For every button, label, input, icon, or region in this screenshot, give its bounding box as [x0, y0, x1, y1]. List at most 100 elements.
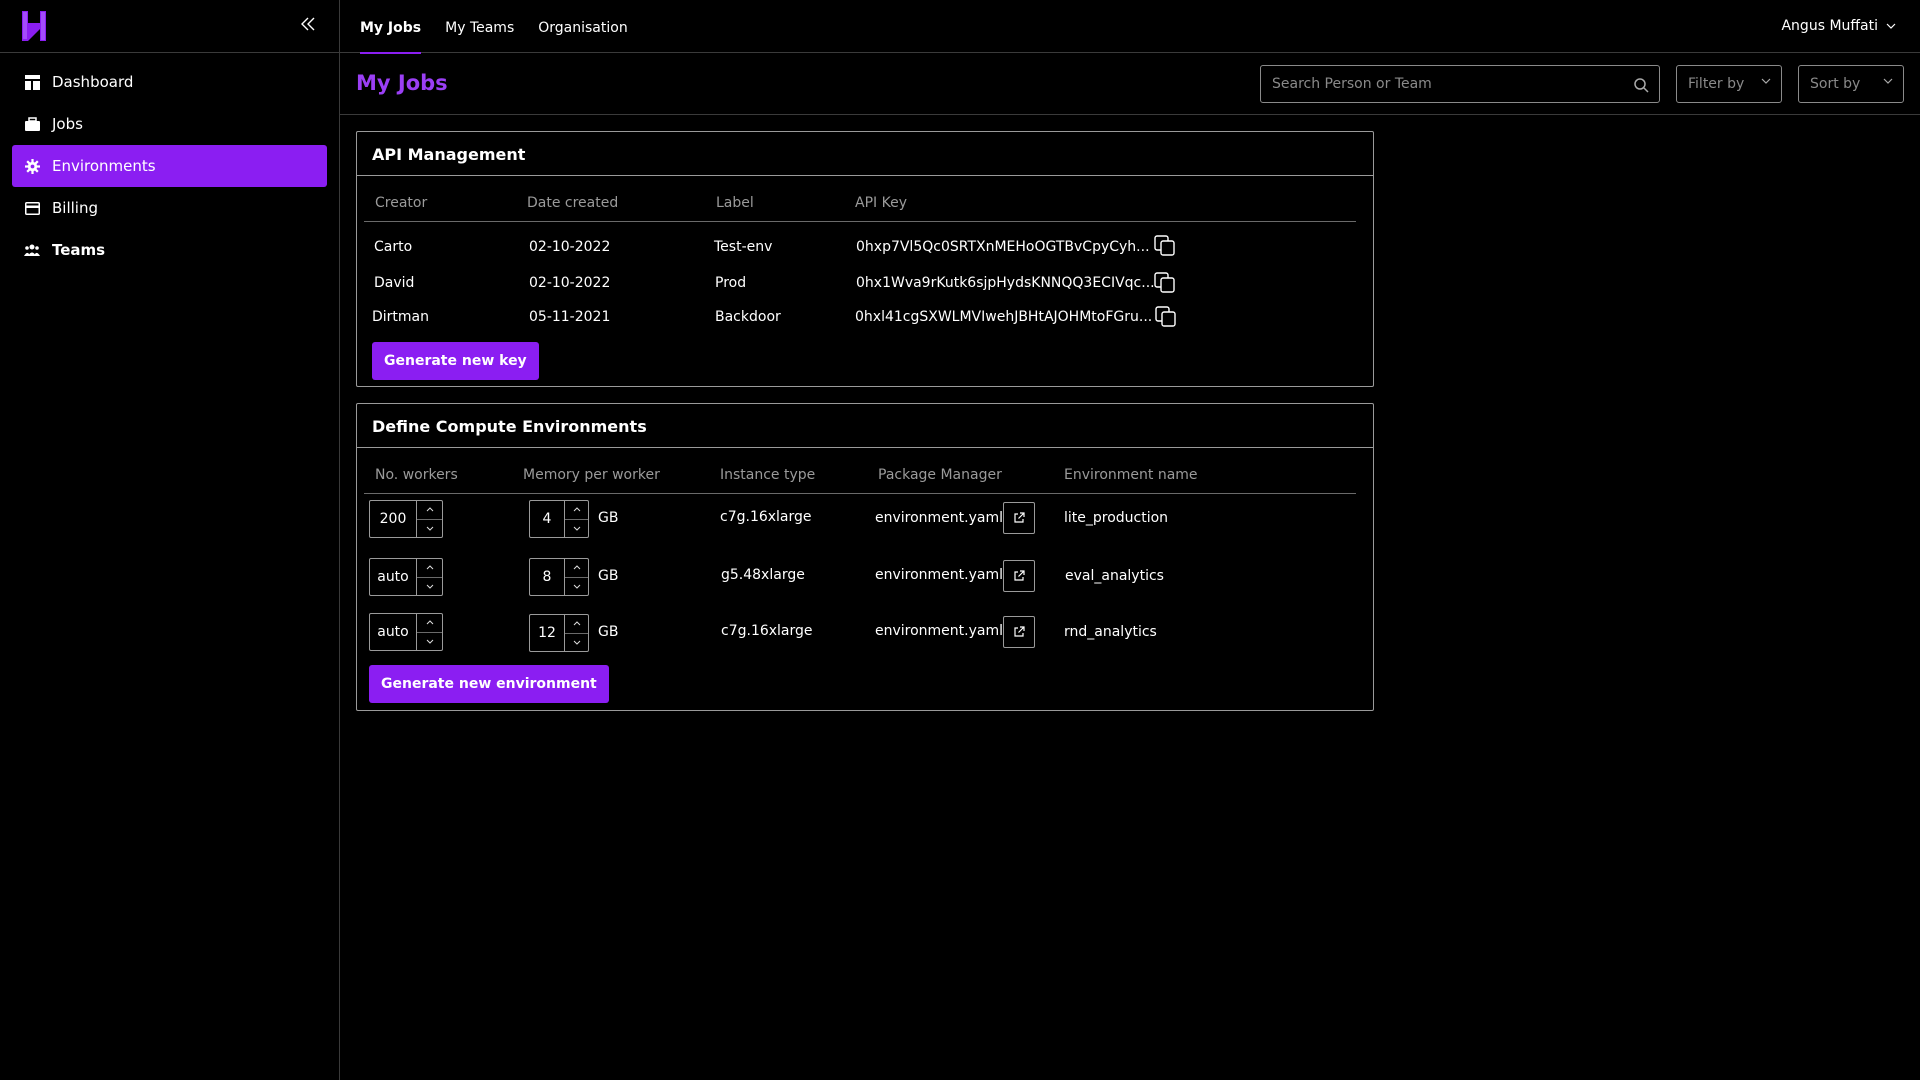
card-title: Define Compute Environments	[357, 404, 1373, 448]
tab-my-teams[interactable]: My Teams	[445, 0, 514, 53]
page-title: My Jobs	[356, 71, 448, 95]
decrement-arrow-icon[interactable]	[565, 632, 588, 652]
table-header: Creator Date created Label API Key	[364, 176, 1356, 222]
card-icon	[24, 200, 40, 216]
date-cell: 05-11-2021	[529, 309, 611, 325]
external-link-icon	[1014, 626, 1025, 637]
label-cell: Prod	[715, 275, 747, 291]
unit-label: GB	[598, 624, 619, 640]
api-key-cell: 0hx1Wva9rKutk6sjpHydsKNNQQ3ECIVqc...	[856, 275, 1155, 291]
stepper-arrows	[564, 501, 588, 537]
chevron-down-icon	[1886, 23, 1896, 29]
tab-organisation[interactable]: Organisation	[538, 0, 627, 53]
workers-value[interactable]: auto	[370, 559, 416, 595]
external-link-icon	[1014, 512, 1025, 523]
user-menu[interactable]: Angus Muffati	[1781, 18, 1896, 34]
sidebar-item-teams[interactable]: Teams	[12, 229, 327, 271]
generate-environment-button[interactable]: Generate new environment	[369, 665, 609, 703]
sidebar-item-dashboard[interactable]: Dashboard	[12, 61, 327, 103]
filter-dropdown[interactable]: Filter by	[1676, 65, 1782, 103]
search-icon[interactable]	[1633, 77, 1649, 93]
increment-arrow-icon[interactable]	[417, 501, 442, 519]
column-header: API Key	[855, 195, 907, 211]
memory-value[interactable]: 12	[530, 615, 564, 651]
top-tabs: My Jobs My Teams Organisation	[360, 0, 652, 54]
jobs-icon	[24, 116, 40, 132]
memory-stepper[interactable]: 4	[529, 500, 589, 538]
sort-dropdown[interactable]: Sort by	[1798, 65, 1904, 103]
memory-stepper[interactable]: 12	[529, 614, 589, 652]
date-cell: 02-10-2022	[529, 239, 611, 255]
search-input[interactable]	[1261, 66, 1659, 102]
chevron-down-icon	[1883, 78, 1893, 84]
environment-name-cell: lite_production	[1064, 510, 1169, 526]
filter-label: Filter by	[1688, 76, 1745, 92]
stepper-arrows	[416, 614, 442, 650]
memory-value[interactable]: 4	[530, 501, 564, 537]
column-header: No. workers	[375, 467, 458, 483]
decrement-arrow-icon[interactable]	[565, 518, 588, 538]
unit-label: GB	[598, 510, 619, 526]
sidebar-item-label: Environments	[52, 157, 156, 175]
column-header: Memory per worker	[523, 467, 660, 483]
decrement-arrow-icon[interactable]	[417, 631, 442, 651]
table-header: No. workers Memory per worker Instance t…	[364, 448, 1356, 494]
workers-stepper[interactable]: 200	[369, 500, 443, 538]
decrement-arrow-icon[interactable]	[565, 576, 588, 596]
increment-arrow-icon[interactable]	[565, 501, 588, 519]
sidebar-item-label: Jobs	[52, 115, 83, 133]
label-cell: Test-env	[714, 239, 773, 255]
app-root: Dashboard Jobs Environments Billing Team…	[0, 0, 1920, 1080]
increment-arrow-icon[interactable]	[565, 559, 588, 577]
external-link-icon	[1014, 570, 1025, 581]
api-management-card: API Management Creator Date created Labe…	[356, 131, 1374, 387]
workers-stepper[interactable]: auto	[369, 558, 443, 596]
increment-arrow-icon[interactable]	[417, 559, 442, 577]
column-header: Creator	[375, 195, 428, 211]
instance-type-cell: g5.48xlarge	[721, 567, 805, 583]
gear-icon	[24, 158, 40, 174]
collapse-sidebar-icon[interactable]	[298, 14, 318, 34]
creator-cell: Dirtman	[372, 309, 430, 325]
column-header: Date created	[527, 195, 619, 211]
copy-icon[interactable]	[1155, 306, 1177, 328]
stepper-arrows	[416, 501, 442, 537]
workers-stepper[interactable]: auto	[369, 613, 443, 651]
api-key-cell: 0hxl41cgSXWLMVIwehJBHtAJOHMtoFGru...	[855, 309, 1153, 325]
sidebar-item-environments[interactable]: Environments	[12, 145, 327, 187]
instance-type-cell: c7g.16xlarge	[720, 509, 812, 525]
workers-value[interactable]: auto	[370, 614, 416, 650]
dashboard-icon	[24, 74, 40, 90]
memory-stepper[interactable]: 8	[529, 558, 589, 596]
workers-value[interactable]: 200	[370, 501, 416, 537]
compute-environments-card: Define Compute Environments No. workers …	[356, 403, 1374, 711]
copy-icon[interactable]	[1154, 272, 1176, 294]
memory-value[interactable]: 8	[530, 559, 564, 595]
column-header: Environment name	[1064, 467, 1198, 483]
stepper-arrows	[416, 559, 442, 595]
package-manager-cell: environment.yaml	[875, 623, 1004, 639]
sidebar-item-jobs[interactable]: Jobs	[12, 103, 327, 145]
chevron-down-icon	[1761, 78, 1771, 84]
environment-name-cell: eval_analytics	[1065, 568, 1164, 584]
decrement-arrow-icon[interactable]	[417, 518, 442, 538]
sidebar-item-billing[interactable]: Billing	[12, 187, 327, 229]
column-header: Package Manager	[878, 467, 1002, 483]
date-cell: 02-10-2022	[529, 275, 611, 291]
open-link-button[interactable]	[1003, 502, 1035, 534]
tab-my-jobs[interactable]: My Jobs	[360, 0, 422, 54]
copy-icon[interactable]	[1154, 235, 1176, 257]
column-header: Label	[716, 195, 754, 211]
instance-type-cell: c7g.16xlarge	[721, 623, 813, 639]
column-header: Instance type	[720, 467, 816, 483]
increment-arrow-icon[interactable]	[417, 614, 442, 632]
logo-icon[interactable]	[20, 9, 48, 43]
decrement-arrow-icon[interactable]	[417, 576, 442, 596]
open-link-button[interactable]	[1003, 560, 1035, 592]
sidebar-nav: Dashboard Jobs Environments Billing Team…	[0, 53, 339, 271]
increment-arrow-icon[interactable]	[565, 615, 588, 633]
open-link-button[interactable]	[1003, 616, 1035, 648]
generate-key-button[interactable]: Generate new key	[372, 342, 539, 380]
teams-icon	[24, 242, 40, 258]
sidebar-item-label: Billing	[52, 199, 98, 217]
